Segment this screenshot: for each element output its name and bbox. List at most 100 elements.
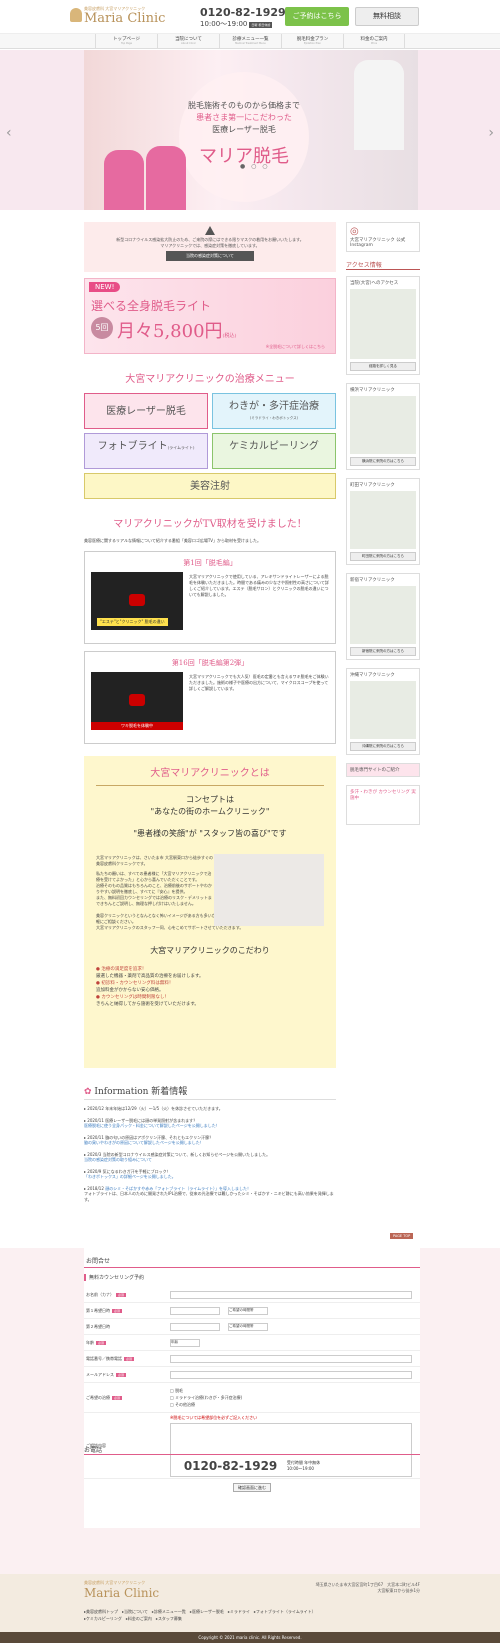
menu-section-title: 大宮マリアクリニックの治療メニュー [125,374,295,385]
next-arrow-icon[interactable]: › [488,125,494,141]
clinic-button[interactable]: 沖縄院に来院の方はこちら [350,742,416,751]
clinic-name: 当院(大宮)へのアクセス [350,281,399,286]
nav-sub: Medical Treatment Menu [235,42,266,45]
field-label: メールアドレス [86,1371,114,1377]
phone-number[interactable]: 0120-82-1929 [184,1459,277,1473]
concept-label: コンセプトは [186,795,234,804]
form-row: ご希望の治療 必須 □ 脱毛 □ ミラドライ治療(わきが・多汗症治療) □ その他治療 [84,1383,420,1413]
notice-text: マリアクリニックでは、感染症対策を徹底しています。 [160,243,260,248]
name-input[interactable] [170,1290,412,1299]
clinic-button[interactable]: 横浜院に来院の方はこちら [350,457,416,466]
form-note: ※脱毛については希望部位を必ずご記入ください [170,1415,258,1420]
menu-item-miradry[interactable]: わきが・多汗症治療 (ミラドライ・わきボトックス) [212,393,336,429]
epilation-site-banner[interactable]: 脱毛専門サイトのご紹介 [346,763,420,777]
footer-link[interactable]: 美容皮膚科トップ [86,1609,118,1614]
checkbox[interactable]: □ ミラドライ治療(わきが・多汗症治療) [170,1394,242,1401]
info-link[interactable]: 脇の臭いやわきがの原因について解説したページを公開しました！ [84,1140,336,1146]
promo-banner[interactable]: NEW! 選べる全身脱毛ライト 5回 月々5,800円(税込) ※全脱毛について… [84,278,336,354]
age-select[interactable]: 年齢 [170,1338,200,1347]
info-item: ▸ 2020/3 当院の新型コロナウイルス感染症対策について、新しくお知らせペー… [84,1152,336,1163]
nav-item[interactable]: 当院について About Clinic [157,34,219,48]
logo-mark-icon [70,8,82,22]
commit-text: 初診料・カウンセリング料は無料！ [101,981,174,986]
tv-heading: 第16回「脱毛編第2弾」 [171,659,249,667]
treatment-checkboxes: □ 脱毛 □ ミラドライ治療(わきが・多汗症治療) □ その他治療 [170,1387,242,1408]
footer-address: 埼玉県さいたま市大宮区宮町1丁目67 大宮本ゴ町ビル4F 大宮駅東口から徒歩1分 [316,1582,420,1594]
phone-input[interactable] [170,1354,412,1363]
covid-measures-button[interactable]: 当院の感染症対策について [166,251,254,261]
instagram-banner[interactable]: ◎ 大宮マリアクリニック 公式Instagram [346,222,420,252]
checkbox[interactable]: □ その他治療 [170,1401,242,1408]
menu-item-photobright[interactable]: フォトブライト(ライムライト) [84,433,208,469]
info-link[interactable]: 医療脱毛に使う全身パック・料金について解説したページを公開しました！ [84,1123,336,1129]
footer-link[interactable]: 医療レーザー脱毛 [192,1609,224,1614]
map[interactable] [350,491,416,549]
form-row: お名前（カナ） 必須 [84,1287,420,1303]
footer-link[interactable]: ミラドライ [230,1609,250,1614]
clinic-button[interactable]: 新宿院に来院の方はこちら [350,647,416,656]
required-badge: 必須 [124,1356,135,1361]
form-row: メールアドレス 必須 [84,1367,420,1383]
clinic-box: 横浜マリアクリニック 横浜院に来院の方はこちら [346,383,420,470]
logo-name: Maria Clinic [84,1586,160,1600]
hero-line3: 医療レーザー脱毛 [212,125,276,134]
clinic-logo[interactable]: 美容皮膚科 大宮マリアクリニック Maria Clinic [70,6,165,26]
nav-item[interactable]: 脱毛料金プラン Epilation Plan [281,34,343,48]
miradry-banner[interactable]: 多汗・わきが カウンセリング 実施中 [346,785,420,825]
map[interactable] [350,586,416,644]
map[interactable] [350,289,416,359]
prev-arrow-icon[interactable]: ‹ [6,125,12,141]
time1-select[interactable]: ご希望の時間帯 [228,1306,268,1315]
play-icon[interactable] [129,594,145,606]
footer-link[interactable]: ケミカルピーリング [86,1616,122,1621]
tv-text: 大宮マリアクリニックでも大人気！医毛の定番とも言えるワキ脱毛をご体験いただきまし… [189,674,329,691]
clinic-button[interactable]: 町田院に来院の方はこちら [350,552,416,561]
hero-slider[interactable]: ‹ › 脱毛施術そのものから価格まで 患者さま第一にこだわった 医療レーザー脱毛… [0,50,500,210]
consult-button[interactable]: 無料相談 [355,7,419,26]
slider-dots[interactable]: ● ○ ○ [240,163,270,170]
confirm-button[interactable]: 確認画面に進む [233,1483,271,1492]
time2-select[interactable]: ご希望の時間帯 [228,1322,268,1331]
info-link[interactable]: 「わきボトックス」の詳細ページを公開しました。 [84,1174,336,1180]
email-input[interactable] [170,1370,412,1379]
clinic-button[interactable]: 経路を詳しく見る [350,362,416,371]
header-tel[interactable]: 0120-82-1929 10:00〜19:00 日曜 祝日休診 [200,6,286,29]
staff-photo [104,150,144,210]
nav-item[interactable]: トップページ Top Page [95,34,157,48]
play-icon[interactable] [129,694,145,706]
info-title: Information 新着情報 [94,1087,188,1097]
footer-link[interactable]: フォトブライト（ライムライト） [256,1609,316,1614]
promo-count: 5回 [91,317,113,339]
date1-input[interactable] [170,1306,220,1315]
menu-sub: (ライムライト) [167,445,195,450]
map[interactable] [350,396,416,454]
footer-link[interactable]: 料金のご案内 [128,1616,152,1621]
menu-item-laser[interactable]: 医療レーザー脱毛 [84,393,208,429]
info-date: 2020/11 [87,1134,104,1140]
menu-item-injection[interactable]: 美容注射 [84,473,336,499]
nav-item[interactable]: 診療メニュー一覧 Medical Treatment Menu [219,34,281,48]
footer-logo[interactable]: 美容皮膚科 大宮マリアクリニック Maria Clinic [84,1580,159,1600]
footer-link[interactable]: 当院について [124,1609,148,1614]
map[interactable] [350,681,416,739]
info-text[interactable]: 顔のシミ・そばかすや赤み「フォトブライト（ライムライト）」を導入しました！ [105,1186,251,1191]
reserve-button[interactable]: ご予約はこちら [285,7,349,26]
video-player[interactable]: ワキ脱毛を体験中 [91,672,183,730]
banner-text: 脱毛専門サイトのご紹介 [350,768,400,773]
menu-item-peeling[interactable]: ケミカルピーリング [212,433,336,469]
nav-sub: Top Page [120,42,133,45]
promo-link[interactable]: ※全脱毛について詳しくはこちら [266,344,325,350]
page-top-button[interactable]: PAGE TOP [390,1233,414,1239]
info-text: 脇の匂いの原因はアポクリン汗腺、それともエクリン汗腺？ [105,1134,214,1140]
phone-title: お電話 [84,1445,420,1455]
video-player[interactable]: "エステ"と"クリニック" 脱毛の違い [91,572,183,630]
footer-link[interactable]: スタッフ募集 [158,1616,182,1621]
required-badge: 必須 [116,1372,127,1377]
checkbox[interactable]: □ 脱毛 [170,1387,242,1394]
nav-item[interactable]: 料金のご案内 Price [343,34,405,48]
date2-input[interactable] [170,1322,220,1331]
info-link[interactable]: 当院の感染症対策の取り組みについて [84,1157,336,1163]
footer-link[interactable]: 診療メニュー一覧 [154,1609,186,1614]
menu-sub: (ミラドライ・わきボトックス) [249,416,299,420]
info-item: ▸ 2020/9 気になるわきガ汗を手軽にブロック！ 「わきボトックス」の詳細ペー… [84,1169,336,1180]
